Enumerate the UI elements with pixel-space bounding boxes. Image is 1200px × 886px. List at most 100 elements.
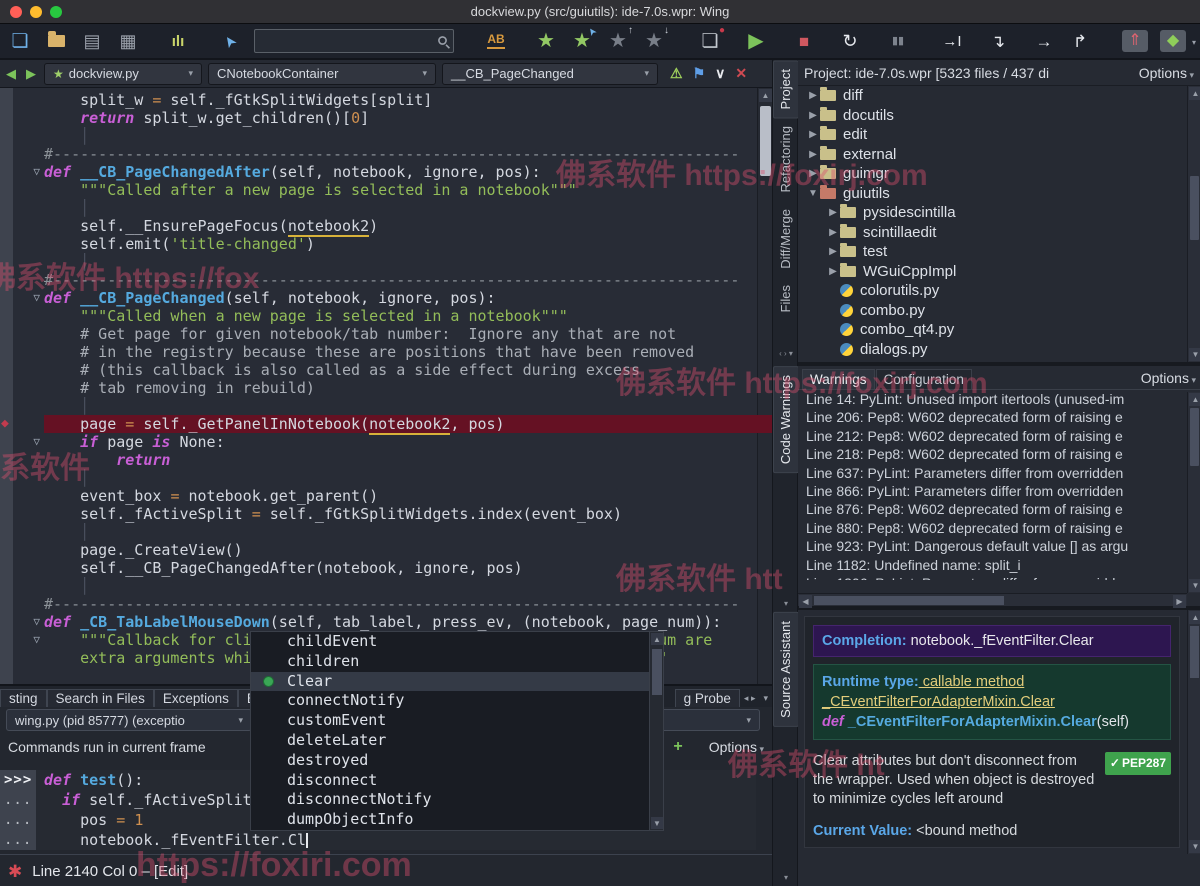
tree-caret-icon[interactable]: ▶	[826, 266, 840, 277]
scrollbar-thumb[interactable]	[1190, 626, 1199, 678]
runtime-symbol-link[interactable]: _CEventFilterForAdapterMixin.Clear	[822, 694, 1055, 710]
tree-item-guiutils[interactable]: ▼guiutils	[798, 184, 1187, 204]
gutter[interactable]	[0, 649, 44, 667]
gutter[interactable]: ▽	[0, 631, 44, 649]
select-mode-icon[interactable]: ➤	[218, 28, 242, 54]
completion-item[interactable]: childEvent	[251, 632, 649, 652]
gutter[interactable]: ▽	[0, 163, 44, 181]
gutter[interactable]	[0, 361, 44, 379]
fold-icon[interactable]: ▽	[33, 613, 40, 631]
warnings-indicator-icon[interactable]: ⚠	[670, 65, 683, 82]
completion-item[interactable]: destroyed	[251, 751, 649, 771]
fold-icon[interactable]: ▽	[33, 289, 40, 307]
warning-row[interactable]: Line 14: PyLint: Unused import itertools…	[806, 390, 1187, 408]
side-tab-refactoring[interactable]: Refactoring	[774, 118, 798, 200]
gutter[interactable]	[0, 577, 44, 595]
fold-icon[interactable]: ▽	[33, 631, 40, 649]
gutter[interactable]	[0, 505, 44, 523]
chevron-down-icon[interactable]: ∨	[715, 65, 725, 82]
gutter[interactable]	[0, 541, 44, 559]
debug-restart-icon[interactable]: ↻	[838, 28, 862, 54]
scroll-left-icon[interactable]: ◀	[799, 595, 812, 608]
completion-item[interactable]: customEvent	[251, 711, 649, 731]
step-out-icon[interactable]: →	[1032, 28, 1056, 54]
scrollbar-thumb[interactable]	[1190, 176, 1199, 240]
gutter[interactable]	[0, 217, 44, 235]
tree-item-external[interactable]: ▶external	[798, 145, 1187, 165]
bookmark-next-icon[interactable]: ★↓	[642, 28, 666, 54]
bottom-tab-sting[interactable]: sting	[0, 689, 47, 707]
bottom-tab-exceptions[interactable]: Exceptions	[154, 689, 238, 707]
new-file-icon[interactable]: ❏	[8, 28, 32, 54]
gutter[interactable]	[0, 379, 44, 397]
side-tab-overflow-icon[interactable]: ▾	[773, 873, 799, 882]
tree-item-test[interactable]: ▶test	[798, 242, 1187, 262]
save-icon[interactable]: ▤	[80, 28, 104, 54]
tree-item-edit[interactable]: ▶edit	[798, 125, 1187, 145]
gutter[interactable]	[0, 451, 44, 469]
warning-row[interactable]: Line 212: Pep8: W602 deprecated form of …	[806, 427, 1187, 445]
file-dropdown[interactable]: ★ dockview.py	[44, 63, 202, 85]
bookmark-prev-icon[interactable]: ★↑	[606, 28, 630, 54]
debug-stop-icon[interactable]: ■	[792, 28, 816, 54]
gutter[interactable]	[0, 91, 44, 109]
warnings-options-button[interactable]: Options	[1141, 370, 1196, 389]
tree-item-combo-py[interactable]: combo.py	[798, 301, 1187, 321]
runtime-type-link[interactable]: callable method	[919, 674, 1025, 690]
side-tab-code-warnings[interactable]: Code Warnings	[773, 366, 799, 473]
side-tab-overflow-icon[interactable]: ‹ › ▾	[773, 349, 799, 358]
scroll-down-icon[interactable]: ▼	[1189, 840, 1200, 853]
scroll-right-icon[interactable]: ▶	[1173, 595, 1186, 608]
gutter[interactable]	[0, 235, 44, 253]
warning-row[interactable]: Line 876: Pep8: W602 deprecated form of …	[806, 500, 1187, 518]
debug-run-icon[interactable]: ▶	[744, 28, 768, 54]
toolbar-search-field[interactable]	[254, 29, 454, 53]
gutter[interactable]	[0, 181, 44, 199]
pause-icon[interactable]: ▮▮	[886, 28, 910, 54]
warning-row[interactable]: Line 1182: Undefined name: split_i	[806, 556, 1187, 574]
side-tab-project[interactable]: Project	[773, 60, 799, 118]
gutter[interactable]	[0, 145, 44, 163]
side-tab-overflow-icon[interactable]: ▾	[773, 599, 799, 608]
gutter[interactable]: ▽	[0, 289, 44, 307]
gutter[interactable]	[0, 523, 44, 541]
completion-item[interactable]: disconnectNotify	[251, 790, 649, 810]
scroll-up-icon[interactable]: ▲	[1189, 87, 1200, 100]
tree-caret-icon[interactable]: ▶	[826, 246, 840, 257]
run-to-cursor-icon[interactable]: ↱	[1068, 28, 1092, 54]
tab-scroll-icons[interactable]: ◂ ▸	[740, 693, 760, 707]
add-icon[interactable]: +	[673, 738, 708, 756]
project-options-button[interactable]: Options	[1139, 65, 1194, 81]
open-folder-icon[interactable]	[44, 28, 68, 54]
bookmark-icon[interactable]: ★	[534, 28, 558, 54]
save-all-icon[interactable]: ▦	[116, 28, 140, 54]
step-into-icon[interactable]: →Ι	[940, 28, 964, 54]
gutter[interactable]	[0, 271, 44, 289]
tab-menu-icon[interactable]: ▾	[759, 693, 772, 707]
scroll-up-icon[interactable]: ▲	[651, 633, 663, 645]
tree-item-dialogs-py[interactable]: dialogs.py	[798, 340, 1187, 360]
warnings-hscrollbar[interactable]: ◀ ▶	[798, 593, 1187, 606]
assistant-scrollbar[interactable]: ▲ ▼	[1187, 610, 1200, 854]
gutter[interactable]	[0, 487, 44, 505]
warning-row[interactable]: Line 218: Pep8: W602 deprecated form of …	[806, 445, 1187, 463]
breakpoint-icon[interactable]: ◆	[1, 415, 9, 433]
completion-item[interactable]: disconnect	[251, 771, 649, 791]
scrollbar-thumb[interactable]	[814, 596, 1004, 605]
pin-icon[interactable]: ⚑	[693, 65, 706, 82]
member-dropdown[interactable]: __CB_PageChanged	[442, 63, 658, 85]
warning-row[interactable]: Line 880: Pep8: W602 deprecated form of …	[806, 519, 1187, 537]
tree-caret-icon[interactable]: ▶	[806, 129, 820, 140]
gutter[interactable]: ▽	[0, 433, 44, 451]
scroll-down-icon[interactable]: ▼	[651, 817, 663, 829]
tree-item-scintillaedit[interactable]: ▶scintillaedit	[798, 223, 1187, 243]
gutter[interactable]	[0, 199, 44, 217]
tree-item-diff[interactable]: ▶diff	[798, 86, 1187, 106]
scroll-down-icon[interactable]: ▼	[1189, 348, 1200, 361]
popup-scrollbar[interactable]: ▲ ▼	[649, 632, 663, 830]
tree-item-guimgr[interactable]: ▶guimgr	[798, 164, 1187, 184]
preferences-sliders-icon[interactable]: ılı	[166, 28, 190, 54]
tree-item-docutils[interactable]: ▶docutils	[798, 106, 1187, 126]
warning-row[interactable]: Line 866: PyLint: Parameters differ from…	[806, 482, 1187, 500]
project-scrollbar[interactable]: ▲ ▼	[1187, 86, 1200, 362]
